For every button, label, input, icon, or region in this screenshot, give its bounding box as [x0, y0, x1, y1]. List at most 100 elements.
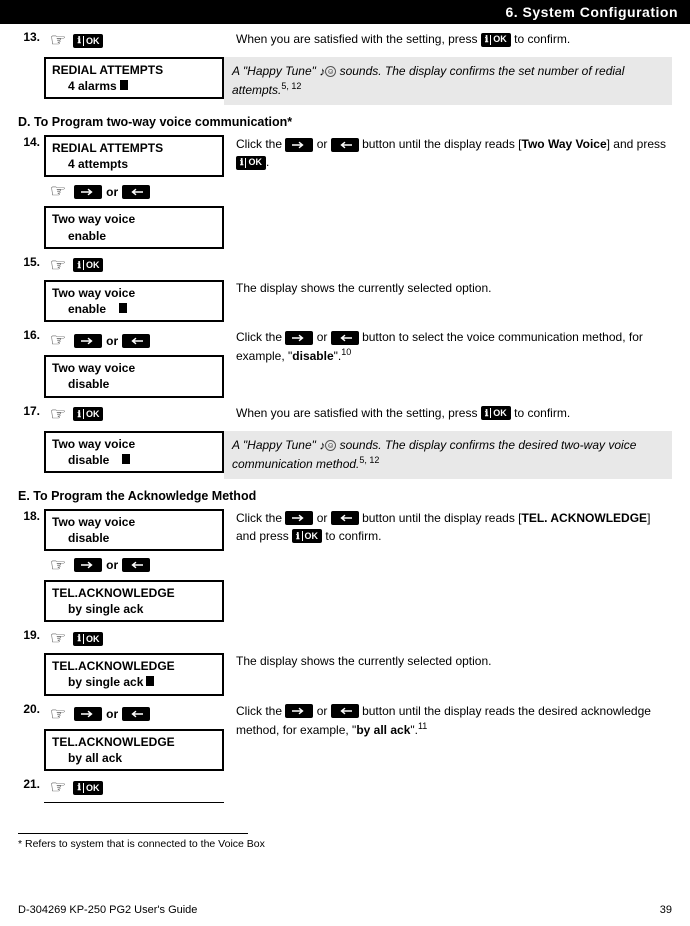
- display-line1: Two way voice: [52, 514, 216, 530]
- point-right-icon: ☞: [50, 404, 66, 424]
- point-right-icon: ☞: [50, 181, 66, 202]
- lcd-display: Two way voice disable: [44, 355, 224, 397]
- back-button-icon: [122, 334, 150, 348]
- point-right-icon: ☞: [50, 30, 66, 50]
- back-button-icon: [122, 707, 150, 721]
- cursor-icon: [119, 303, 127, 313]
- instruction-text: When you are satisfied with the setting,…: [236, 32, 481, 46]
- back-button-icon: [122, 558, 150, 572]
- display-line2: disable: [52, 376, 216, 392]
- instruction-text: to confirm.: [514, 32, 570, 46]
- ok-button-icon: ℹOK: [481, 33, 511, 47]
- display-line1: REDIAL ATTEMPTS: [52, 62, 216, 78]
- ok-button-icon: ℹOK: [481, 406, 511, 420]
- next-button-icon: [74, 707, 102, 721]
- or-text: or: [106, 707, 118, 721]
- display-line2: 4 attempts: [52, 156, 216, 172]
- chapter-header: 6. System Configuration: [0, 0, 690, 24]
- display-line1: Two way voice: [52, 360, 216, 376]
- lcd-display: Two way voice disable: [44, 509, 224, 551]
- step-number: 15.: [18, 255, 44, 269]
- instruction-text: The display shows the currently selected…: [236, 281, 491, 295]
- section-heading: E. To Program the Acknowledge Method: [18, 489, 672, 503]
- lcd-display: REDIAL ATTEMPTS 4 attempts: [44, 135, 224, 177]
- next-button-icon: [74, 334, 102, 348]
- smiley-icon: ☺: [325, 66, 336, 77]
- display-line2: enable: [52, 228, 216, 244]
- lcd-display: TEL.ACKNOWLEDGE by single ack: [44, 653, 224, 695]
- next-button-icon: [285, 331, 313, 345]
- display-line1: Two way voice: [52, 285, 216, 301]
- lcd-display: REDIAL ATTEMPTS 4 alarms: [44, 57, 224, 99]
- footnote-divider: [18, 833, 248, 834]
- step-number: 14.: [18, 135, 44, 149]
- chapter-title: 6. System Configuration: [505, 4, 678, 20]
- or-text: or: [106, 558, 118, 572]
- back-button-icon: [331, 331, 359, 345]
- ok-button-icon: ℹOK: [73, 407, 103, 421]
- ok-button-icon: ℹOK: [73, 632, 103, 646]
- instruction-text: Click the: [236, 137, 285, 151]
- ok-button-icon: ℹOK: [73, 34, 103, 48]
- back-button-icon: [122, 185, 150, 199]
- step-number: 18.: [18, 509, 44, 523]
- note-box: A "Happy Tune" ♪☺ sounds. The display co…: [224, 431, 672, 479]
- lcd-display: TEL.ACKNOWLEDGE by single ack: [44, 580, 224, 622]
- display-line1: TEL.ACKNOWLEDGE: [52, 658, 216, 674]
- next-button-icon: [285, 511, 313, 525]
- page-content: 13. ☞ ℹOK When you are satisfied with th…: [0, 24, 690, 803]
- instruction-text: Click the: [236, 704, 285, 718]
- cursor-icon: [122, 454, 130, 464]
- section-heading: D. To Program two-way voice communicatio…: [18, 115, 672, 129]
- display-line1: Two way voice: [52, 211, 216, 227]
- back-button-icon: [331, 704, 359, 718]
- lcd-display: Two way voice enable: [44, 280, 224, 322]
- lcd-display: TEL.ACKNOWLEDGE by all ack: [44, 729, 224, 771]
- step-number: 16.: [18, 328, 44, 342]
- point-right-icon: ☞: [50, 330, 66, 351]
- display-line2: by single ack: [68, 675, 143, 689]
- footer-guide-label: D-304269 KP-250 PG2 User's Guide: [18, 904, 197, 916]
- next-button-icon: [74, 185, 102, 199]
- cursor-icon: [146, 676, 154, 686]
- instruction-text: When you are satisfied with the setting,…: [236, 406, 481, 420]
- footer-page-number: 39: [660, 904, 672, 916]
- display-line2: disable: [52, 530, 216, 546]
- instruction-text: The display shows the currently selected…: [236, 654, 491, 668]
- ok-button-icon: ℹOK: [236, 156, 266, 170]
- lcd-display: Two way voice enable: [44, 206, 224, 248]
- step-number: 19.: [18, 628, 44, 642]
- next-button-icon: [285, 704, 313, 718]
- display-line2: by single ack: [52, 601, 216, 617]
- display-line2: enable: [68, 302, 106, 316]
- display-line1: TEL.ACKNOWLEDGE: [52, 734, 216, 750]
- point-right-icon: ☞: [50, 628, 66, 648]
- display-line2: by all ack: [52, 750, 216, 766]
- instruction-text: Click the: [236, 330, 285, 344]
- back-button-icon: [331, 138, 359, 152]
- instruction-text: Click the: [236, 511, 285, 525]
- display-line2: 4 alarms: [68, 79, 117, 93]
- display-line1: REDIAL ATTEMPTS: [52, 140, 216, 156]
- display-line1: TEL.ACKNOWLEDGE: [52, 585, 216, 601]
- step-number: 20.: [18, 702, 44, 716]
- point-right-icon: ☞: [50, 704, 66, 725]
- or-text: or: [106, 185, 118, 199]
- display-line1: Two way voice: [52, 436, 216, 452]
- smiley-icon: ☺: [325, 440, 336, 451]
- next-button-icon: [285, 138, 313, 152]
- point-right-icon: ☞: [50, 555, 66, 576]
- next-button-icon: [74, 558, 102, 572]
- lcd-display: Two way voice disable: [44, 431, 224, 473]
- footnote-text: * Refers to system that is connected to …: [0, 838, 690, 850]
- cursor-icon: [120, 80, 128, 90]
- ok-button-icon: ℹOK: [73, 258, 103, 272]
- point-right-icon: ☞: [50, 255, 66, 275]
- point-right-icon: ☞: [50, 777, 66, 797]
- step-number: 21.: [18, 777, 44, 791]
- ok-button-icon: ℹOK: [292, 529, 322, 543]
- display-line2: disable: [68, 453, 109, 467]
- or-text: or: [106, 334, 118, 348]
- note-box: A "Happy Tune" ♪☺ sounds. The display co…: [224, 57, 672, 105]
- ok-button-icon: ℹOK: [73, 781, 103, 795]
